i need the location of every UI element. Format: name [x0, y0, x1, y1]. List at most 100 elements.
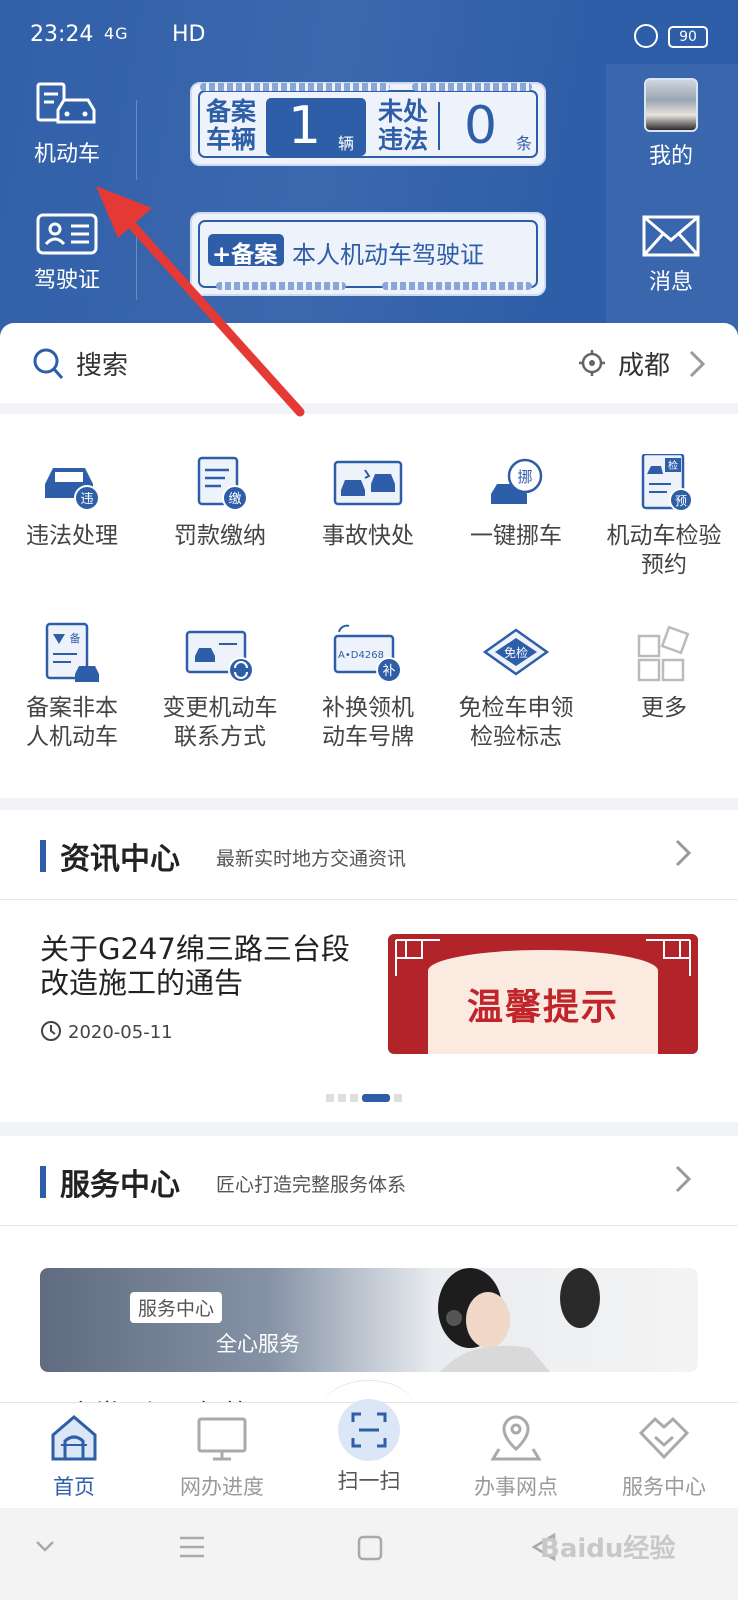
service-register-other-vehicle[interactable]: 备 备案非本人机动车	[0, 622, 146, 752]
chevron-right-icon	[675, 1165, 692, 1193]
banner-tag: 服务中心	[130, 1292, 223, 1323]
service-violations[interactable]: 违 违法处理	[0, 454, 146, 551]
service-badge: 预	[675, 494, 687, 508]
more-grid-icon	[637, 625, 690, 682]
service-inspection-booking[interactable]: 检 预 机动车检验预约	[590, 454, 738, 580]
license-tile-label: 驾驶证	[33, 268, 100, 293]
nav-home[interactable]: 首页	[0, 1413, 148, 1501]
nav-service-center[interactable]: 服务中心	[590, 1413, 738, 1501]
scan-icon	[351, 1412, 387, 1448]
monitor-icon	[197, 1417, 247, 1461]
service-center-header[interactable]: 服务中心 匠心打造完整服务体系	[0, 1136, 738, 1226]
alarm-icon	[634, 24, 658, 48]
service-fine-payment[interactable]: 缴 罚款缴纳	[146, 454, 294, 551]
news-thumbnail[interactable]: 温馨提示	[388, 934, 698, 1054]
section-subtitle: 最新实时地方交通资讯	[216, 848, 407, 870]
service-banner[interactable]: 服务中心 全心服务	[40, 1268, 698, 1372]
chevron-down-icon[interactable]	[34, 1538, 56, 1554]
nav-scan[interactable]: 扫一扫	[295, 1399, 443, 1495]
inspection-booking-icon: 检 预	[641, 454, 693, 512]
vehicle-doc-icon	[36, 82, 96, 124]
chevron-right-icon	[689, 350, 706, 378]
decorative-frame-icon	[646, 939, 691, 976]
news-section: 资讯中心 最新实时地方交通资讯 关于G247绵三路三台段改造施工的通告 2020…	[0, 810, 738, 1122]
service-label: 事故快处	[322, 523, 414, 549]
nav-label: 首页	[53, 1475, 95, 1499]
search-bar[interactable]: 搜索 成都	[0, 323, 738, 403]
service-move-car[interactable]: 挪 一键挪车	[442, 454, 590, 551]
violations-count: 0	[464, 96, 498, 156]
home-square-icon[interactable]	[356, 1534, 384, 1562]
service-badge: 备	[70, 631, 81, 645]
registered-count: 1	[288, 96, 322, 156]
vehicle-tile-label: 机动车	[33, 142, 100, 167]
decorative-frame-icon	[395, 939, 440, 976]
news-article-title[interactable]: 关于G247绵三路三台段改造施工的通告	[40, 932, 370, 1000]
accident-icon	[333, 460, 403, 506]
battery-icon: 90	[668, 26, 708, 48]
divider	[136, 228, 137, 300]
service-label: 罚款缴纳	[174, 523, 266, 549]
change-contact-icon	[185, 630, 254, 683]
bottom-nav: 首页 网办进度 扫一扫 办事网点 服务中心	[0, 1399, 738, 1508]
vehicle-tile[interactable]: 机动车	[12, 80, 122, 168]
service-replace-plate[interactable]: A•D4268 补 补换领机动车号牌	[294, 622, 442, 752]
status-bar: 23:24 4G HD 90	[0, 0, 738, 74]
service-center-section: 服务中心 匠心打造完整服务体系 服务中心 全心服务 用户常见问题解答	[0, 1136, 738, 1430]
service-inspection-exempt[interactable]: 免检 免检车申领检验标志	[442, 622, 590, 752]
violations-label: 未处 违法	[378, 97, 429, 154]
handshake-icon	[638, 1416, 690, 1460]
registered-label: 备案 车辆	[206, 97, 257, 154]
news-date: 2020-05-11	[68, 1022, 173, 1043]
menu-icon[interactable]	[178, 1534, 206, 1560]
service-label: 补换领机动车号牌	[322, 695, 414, 750]
service-label: 备案非本人机动车	[26, 695, 118, 750]
nav-label: 服务中心	[622, 1475, 706, 1499]
service-badge: 检	[668, 459, 678, 472]
service-label: 违法处理	[26, 523, 118, 549]
add-license-text: 本人机动车驾驶证	[292, 241, 484, 269]
service-change-contact[interactable]: 变更机动车联系方式	[146, 622, 294, 752]
carousel-indicator	[326, 1087, 406, 1106]
license-card-icon	[36, 213, 98, 255]
service-label: 更多	[641, 695, 687, 721]
service-label: 机动车检验预约	[606, 523, 722, 578]
news-header[interactable]: 资讯中心 最新实时地方交通资讯	[0, 810, 738, 900]
add-license-badge: +备案	[212, 242, 278, 268]
service-label: 一键挪车	[470, 523, 562, 549]
nav-progress[interactable]: 网办进度	[148, 1413, 296, 1501]
signal-icon: 4G	[104, 24, 129, 43]
divider	[136, 100, 137, 180]
city-selector[interactable]: 成都	[618, 345, 670, 382]
service-badge: 违	[80, 492, 93, 507]
service-more[interactable]: 更多	[590, 622, 738, 723]
service-accident[interactable]: 事故快处	[294, 454, 442, 551]
envelope-icon	[642, 215, 700, 257]
service-badge: 缴	[228, 492, 241, 507]
status-time: 23:24	[30, 22, 94, 47]
service-badge: 补	[382, 664, 395, 679]
service-label: 变更机动车联系方式	[162, 695, 278, 750]
move-car-icon: 挪	[491, 458, 543, 504]
location-target-icon	[579, 350, 605, 376]
plate-number: A•D4268	[338, 650, 384, 661]
vehicle-summary-plate[interactable]: 备案 车辆 1 辆 未处 违法 0 条	[190, 82, 546, 166]
search-input[interactable]: 搜索	[76, 345, 128, 382]
home-icon	[51, 1415, 97, 1461]
search-icon	[33, 348, 64, 379]
service-grid: 违 违法处理 缴 罚款缴纳 事故快处 挪 一键挪车 检 预 机动车检验预约 备 …	[0, 414, 738, 798]
clock-icon	[41, 1021, 61, 1041]
chevron-right-icon	[675, 839, 692, 867]
service-label: 免检车申领检验标志	[458, 695, 574, 750]
license-tile[interactable]: 驾驶证	[12, 212, 122, 294]
nav-service-points[interactable]: 办事网点	[442, 1413, 590, 1501]
news-image-text: 温馨提示	[466, 987, 619, 1028]
fine-scroll-icon: 缴	[197, 456, 248, 511]
section-title: 资讯中心	[60, 842, 180, 877]
profile-tile[interactable]: 我的	[616, 78, 726, 170]
add-license-plate[interactable]: +备案 本人机动车驾驶证	[190, 212, 546, 296]
profile-label: 我的	[648, 144, 693, 169]
network-label: HD	[172, 22, 206, 47]
section-subtitle: 匠心打造完整服务体系	[216, 1174, 407, 1196]
messages-tile[interactable]: 消息	[616, 214, 726, 296]
